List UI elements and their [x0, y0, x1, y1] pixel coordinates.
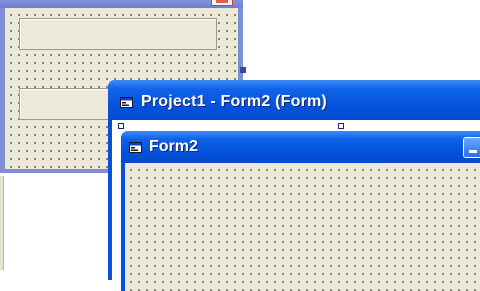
form2-designer-window[interactable]: Project1 - Form2 (Form) Form2 [108, 80, 480, 291]
form1-control-1[interactable] [19, 18, 217, 50]
resize-handle[interactable] [240, 67, 246, 73]
form2-titlebar[interactable]: Form2 [121, 131, 480, 163]
selection-handle-top-middle[interactable] [338, 123, 344, 129]
form1-control-2[interactable] [19, 88, 116, 120]
form2-design-surface[interactable] [125, 163, 480, 291]
designer-client-area[interactable]: Form2 [112, 120, 480, 291]
form2[interactable]: Form2 [121, 131, 480, 291]
close-button[interactable] [211, 0, 233, 6]
window-edge [0, 176, 4, 270]
form-icon [129, 142, 142, 153]
form1-titlebar[interactable] [0, 0, 243, 8]
minimize-button[interactable] [463, 137, 480, 158]
designer-window-title: Project1 - Form2 (Form) [141, 93, 327, 110]
form2-title: Form2 [149, 138, 198, 155]
selection-handle-top-left[interactable] [118, 123, 124, 129]
form-icon [120, 97, 133, 108]
